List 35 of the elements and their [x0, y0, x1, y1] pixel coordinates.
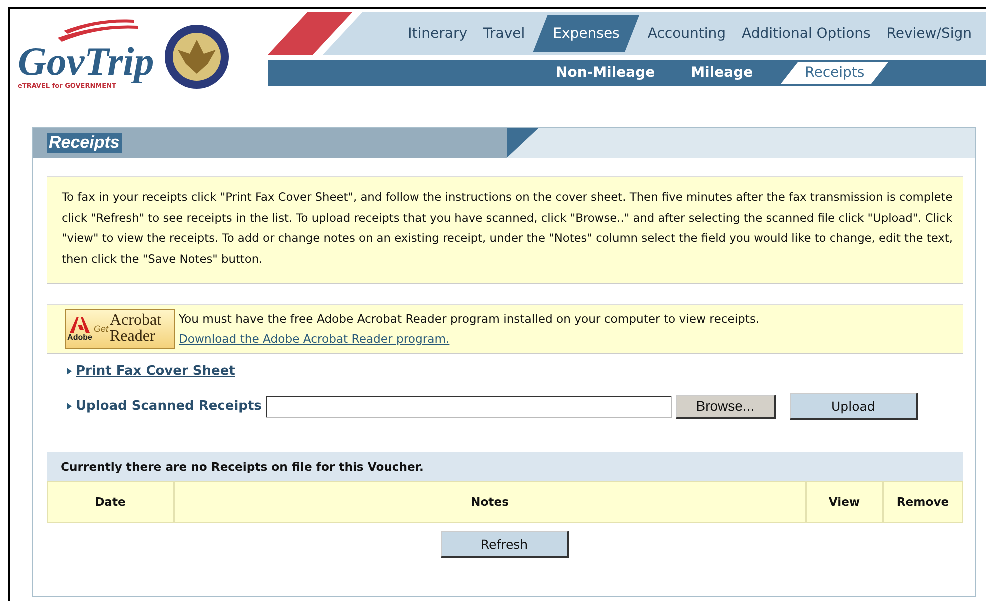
column-header: Notes	[174, 481, 806, 523]
sub-tab[interactable]: Non-Mileage	[548, 62, 664, 84]
upload-button[interactable]: Upload	[790, 393, 918, 420]
adobe-logo-icon	[70, 316, 90, 332]
refresh-button[interactable]: Refresh	[441, 531, 569, 558]
print-fax-link[interactable]: Print Fax Cover Sheet	[76, 364, 236, 379]
flag-stripes-icon	[58, 18, 138, 44]
get-label: Get	[94, 324, 110, 334]
nav-tab[interactable]: Review/Sign	[878, 26, 980, 42]
file-input-field[interactable]	[266, 396, 672, 418]
browse-button[interactable]: Browse...	[676, 394, 776, 418]
reader-label: Reader	[110, 329, 156, 345]
nav-tab[interactable]: Additional Options	[734, 26, 879, 42]
upload-label: Upload Scanned Receipts	[76, 399, 262, 414]
chevron-icon	[67, 403, 72, 410]
column-header: Remove	[883, 481, 963, 523]
download-link[interactable]: Download the Adobe Acrobat Reader program.	[179, 332, 450, 346]
logo-name: GovTrip	[18, 42, 154, 82]
nav-tab[interactable]: Accounting	[640, 26, 734, 42]
table-caption: Currently there are no Receipts on file for this Voucher.	[47, 452, 963, 481]
sub-tab[interactable]: Mileage	[683, 62, 762, 84]
nav-tab[interactable]: Travel	[476, 26, 534, 42]
nav-tab[interactable]: Expenses	[533, 14, 640, 52]
instructions-text: To fax in your receipts click "Print Fax Cover Sheet", and follow the instructions on the cover sheet. Then five minutes after the fax transmission is complete click "Refresh" to see receipts in the list. To upload receipts that you have scanned, click "Browse.." and after selecting the scanned file click "Upload". Click "view" to view the receipts. To add or change notes on an existing receipt, under the "Notes" column select the field you would like to change, edit the text, then click the "Save Notes" button.	[61, 189, 954, 268]
nav-tab[interactable]: Itinerary	[400, 26, 476, 42]
header-corner-icon	[507, 128, 539, 158]
sub-tab[interactable]: Receipts	[781, 62, 889, 84]
column-header: View	[806, 481, 883, 523]
chevron-icon	[67, 368, 72, 375]
panel-title: Receipts	[47, 133, 122, 153]
seal-icon	[164, 24, 230, 90]
column-header: Date	[47, 481, 174, 523]
acrobat-notice: You must have the free Adobe Acrobat Reader program installed on your computer to view receipts. Download the Adobe Acrobat Reader program.	[179, 311, 761, 348]
adobe-label: Adobe	[68, 332, 92, 342]
acrobat-label: Acrobat	[110, 313, 163, 329]
